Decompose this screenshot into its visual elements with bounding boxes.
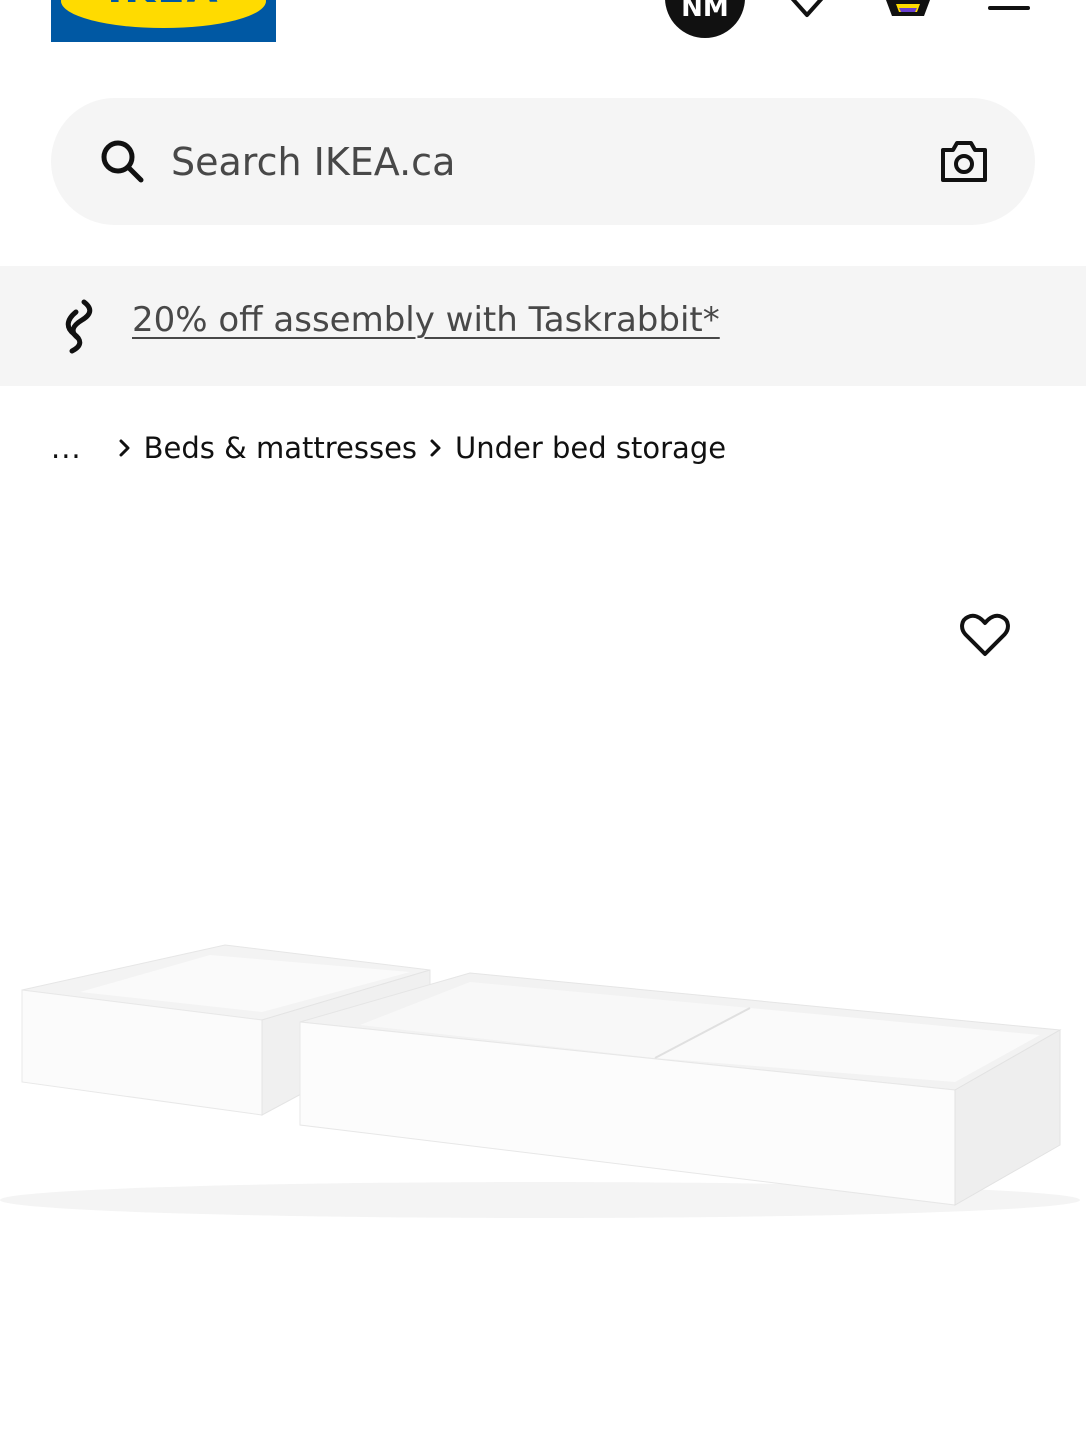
camera-icon[interactable] [939,138,989,184]
breadcrumb: ... Beds & mattresses Under bed storage [51,426,726,470]
hamburger-menu-icon[interactable] [988,6,1030,10]
search-bar [51,98,1035,225]
shopping-bag-icon[interactable] [884,0,932,18]
ikea-logo[interactable]: IKEA [51,0,276,42]
site-header: IKEA NM [0,0,1086,60]
promo-banner: 20% off assembly with Taskrabbit* [0,266,1086,386]
product-page: IKEA NM 20% off assembly with Tas [0,0,1086,1440]
heart-outline-icon[interactable] [958,608,1012,662]
chevron-right-icon [430,439,441,457]
user-avatar[interactable]: NM [665,0,745,38]
product-image-area[interactable] [0,500,1086,1440]
search-input[interactable] [171,136,871,188]
breadcrumb-item-beds-mattresses[interactable]: Beds & mattresses [144,431,417,465]
chevron-right-icon [119,439,130,457]
breadcrumb-item-under-bed-storage[interactable]: Under bed storage [455,431,726,465]
search-icon [101,140,144,183]
product-image [0,944,1080,1218]
taskrabbit-promo-link[interactable]: 20% off assembly with Taskrabbit* [132,300,720,340]
logo-text: IKEA [51,0,276,12]
taskrabbit-icon [65,299,93,354]
heart-icon[interactable] [786,0,828,18]
breadcrumb-ellipsis[interactable]: ... [51,431,82,465]
